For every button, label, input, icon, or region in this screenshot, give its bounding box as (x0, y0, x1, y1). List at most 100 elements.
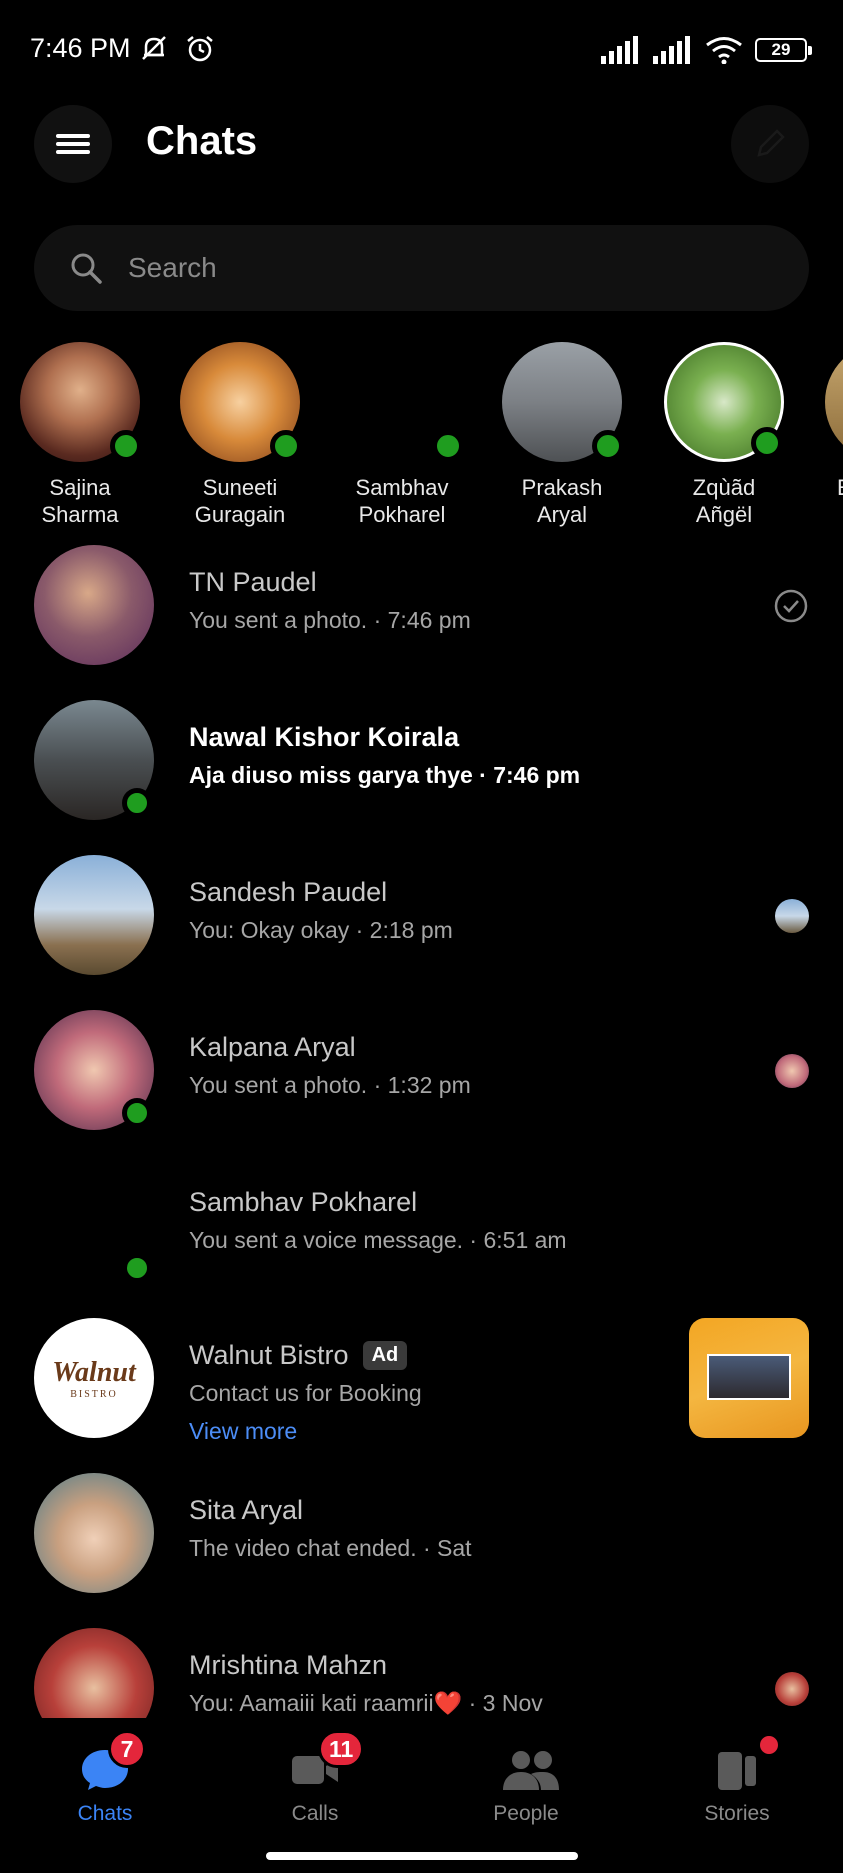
avatar (34, 1628, 154, 1718)
tab-label: People (493, 1802, 559, 1825)
header: Chats (0, 105, 843, 185)
active-user-name: Suneeti Guragain Para... (194, 475, 286, 532)
chat-preview: You sent a photo. · 1:32 pm (189, 1072, 471, 1098)
ad-badge: Ad (362, 1341, 408, 1370)
home-indicator[interactable] (266, 1852, 578, 1860)
chat-item[interactable]: Kalpana Aryal You sent a photo. · 1:32 p… (0, 1010, 843, 1160)
signal-icon-2 (653, 36, 690, 64)
active-user-name: Zqùãd Añgël (692, 475, 756, 527)
walnut-bistro-logo: Walnut BISTRO (34, 1318, 154, 1438)
active-user[interactable]: Prakash Aryal (482, 342, 642, 528)
chats-badge: 7 (108, 1730, 146, 1768)
sent-check-icon (774, 589, 808, 623)
bottom-nav: 7 Chats 11 Calls People Stories (0, 1718, 843, 1873)
chat-name: Walnut Bistro (189, 1340, 349, 1370)
chat-item[interactable]: Sita Aryal The video chat ended. · Sat (0, 1473, 843, 1623)
avatar (664, 342, 784, 462)
stories-icon (718, 1752, 756, 1790)
seen-avatar (775, 1672, 809, 1706)
tab-calls[interactable]: 11 Calls (245, 1730, 385, 1826)
battery-indicator: 29 (755, 38, 812, 62)
avatar (180, 342, 302, 462)
avatar (502, 342, 624, 462)
avatar (34, 1473, 154, 1593)
chat-name: Kalpana Aryal (189, 1032, 356, 1062)
wifi-icon (706, 37, 742, 64)
ad-thumbnail[interactable] (689, 1318, 809, 1438)
tab-chats[interactable]: 7 Chats (35, 1730, 175, 1826)
chat-item[interactable]: Sambhav Pokharel You sent a voice messag… (0, 1165, 843, 1315)
hamburger-icon (56, 130, 90, 158)
online-indicator (122, 1253, 152, 1283)
avatar (825, 342, 843, 462)
tab-people[interactable]: People (456, 1748, 596, 1826)
active-user-name: Sajina Sharma (41, 475, 119, 527)
seen-avatar (775, 1054, 809, 1088)
status-time: 7:46 PM (30, 33, 131, 63)
avatar (34, 1010, 154, 1130)
chat-item-ad[interactable]: Walnut BISTRO Walnut Bistro Ad Contact us… (0, 1318, 843, 1483)
chat-name: Nawal Kishor Koirala (189, 722, 460, 752)
avatar (34, 545, 154, 665)
online-indicator (270, 430, 302, 462)
seen-avatar (775, 899, 809, 933)
chat-item[interactable]: TN Paudel You sent a photo. · 7:46 pm (0, 545, 843, 695)
calls-badge: 11 (318, 1730, 365, 1768)
avatar (342, 342, 464, 462)
active-user[interactable]: Zqùãd Añgël (644, 342, 804, 528)
chat-item[interactable]: Sandesh Paudel You: Okay okay · 2:18 pm (0, 855, 843, 1005)
online-indicator (122, 788, 152, 818)
active-user[interactable]: Suneeti Guragain Para... (160, 342, 320, 532)
chat-preview: You: Aamaiii kati raamrii❤️ · 3 Nov (189, 1690, 543, 1716)
search-bar[interactable] (34, 225, 809, 311)
chat-name: Sambhav Pokharel (189, 1187, 418, 1217)
page-title: Chats (146, 119, 258, 163)
compose-button[interactable] (731, 105, 809, 183)
ad-photo (707, 1354, 791, 1400)
online-indicator (122, 1098, 152, 1128)
chat-preview: Aja diuso miss garya thye · 7:46 pm (189, 762, 581, 788)
chat-name: Mrishtina Mahzn (189, 1650, 388, 1680)
stories-dot (760, 1736, 778, 1754)
chat-name: Sita Aryal (189, 1495, 304, 1525)
tab-label: Stories (704, 1802, 770, 1825)
active-user[interactable]: Sambhav Pokharel (322, 342, 482, 528)
search-icon (71, 253, 102, 284)
online-indicator (751, 427, 783, 459)
logo-sub: BISTRO (70, 1388, 118, 1400)
status-bar: 7:46 PM 29 (0, 0, 843, 100)
avatar (34, 1165, 154, 1285)
chat-preview: Contact us for Booking (189, 1380, 422, 1406)
logo-text: Walnut (52, 1356, 136, 1388)
avatar (34, 855, 154, 975)
chat-item[interactable]: Nawal Kishor Koirala Aja diuso miss gary… (0, 700, 843, 850)
active-user[interactable]: E (805, 342, 843, 501)
view-more-link[interactable]: View more (189, 1418, 297, 1445)
online-indicator (110, 430, 142, 462)
chat-preview: The video chat ended. · Sat (189, 1535, 472, 1561)
active-user[interactable]: Sajina Sharma (0, 342, 160, 528)
alarm-icon (187, 36, 213, 62)
signal-icon (601, 36, 638, 64)
search-input[interactable] (128, 252, 728, 284)
chat-name: TN Paudel (189, 567, 317, 597)
tab-stories[interactable]: Stories (667, 1736, 807, 1826)
chat-preview: You: Okay okay · 2:18 pm (189, 917, 453, 943)
online-indicator (432, 430, 464, 462)
chat-preview: You sent a voice message. · 6:51 am (189, 1227, 567, 1253)
online-indicator (592, 430, 624, 462)
chat-preview: You sent a photo. · 7:46 pm (189, 607, 471, 633)
tab-label: Chats (77, 1802, 133, 1825)
active-user-name: Prakash Aryal (521, 475, 603, 527)
pencil-icon (757, 129, 785, 157)
people-icon (503, 1751, 559, 1790)
active-user-name: E (805, 474, 843, 501)
tab-label: Calls (291, 1802, 339, 1825)
active-user-name: Sambhav Pokharel (355, 475, 449, 527)
avatar (34, 700, 154, 820)
chat-name: Sandesh Paudel (189, 877, 388, 907)
menu-button[interactable] (34, 105, 112, 183)
active-users-row: Sajina Sharma Suneeti Guragain Para... S… (0, 342, 843, 532)
mute-bell-icon (142, 36, 166, 60)
chat-item[interactable]: Mrishtina Mahzn You: Aamaiii kati raamri… (0, 1628, 843, 1718)
